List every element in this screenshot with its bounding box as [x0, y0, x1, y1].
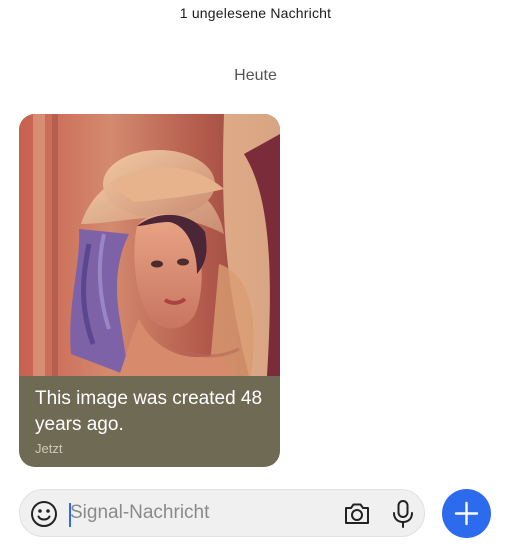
incoming-message-bubble[interactable]: This image was created 48 years ago. Jet…: [19, 114, 280, 467]
unread-messages-banner: 1 ungelesene Nachricht: [179, 5, 332, 21]
microphone-icon[interactable]: [388, 498, 418, 530]
message-timestamp: Jetzt: [35, 441, 63, 456]
plus-icon: [454, 501, 479, 526]
camera-icon[interactable]: [342, 499, 372, 529]
message-photo-attachment[interactable]: [19, 114, 280, 376]
message-caption: This image was created 48 years ago.: [35, 388, 263, 435]
date-separator: Heute: [234, 67, 277, 84]
message-input[interactable]: [69, 490, 330, 536]
message-composer: [19, 489, 425, 537]
add-attachment-button[interactable]: [442, 489, 491, 538]
emoji-icon[interactable]: [29, 499, 59, 529]
